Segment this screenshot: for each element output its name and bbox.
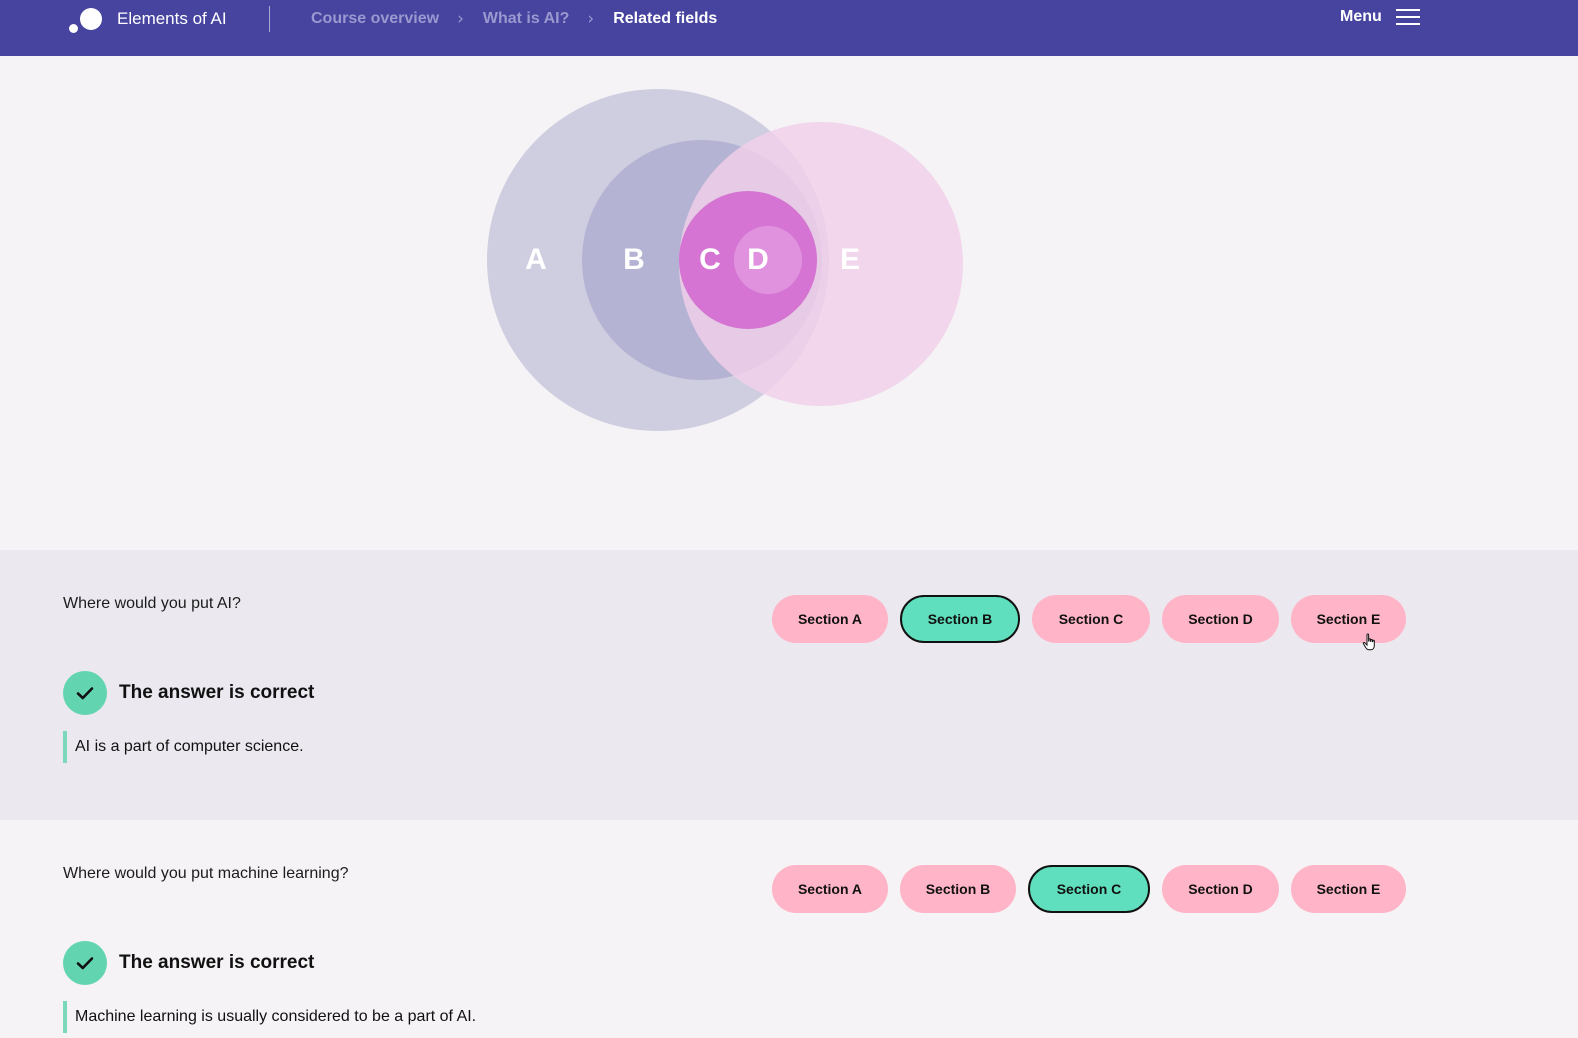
checkmark-icon (63, 941, 107, 985)
elements-of-ai-logo-icon[interactable] (68, 7, 104, 35)
question-block-ai: Where would you put AI? Section A Sectio… (0, 550, 1578, 820)
venn-diagram: A B C D E (0, 56, 1578, 550)
chevron-right-icon: › (457, 9, 464, 29)
brand-name[interactable]: Elements of AI (117, 9, 227, 29)
venn-label-e: E (840, 243, 860, 276)
breadcrumb-what-is-ai[interactable]: What is AI? (483, 10, 570, 28)
top-navigation-bar: Elements of AI Course overview › What is… (0, 0, 1578, 56)
logo-big-dot (80, 8, 102, 30)
option-section-c[interactable]: Section C (1032, 595, 1150, 643)
question-block-machine-learning: Where would you put machine learning? Se… (0, 820, 1578, 1038)
option-section-c[interactable]: Section C (1028, 865, 1150, 913)
feedback-title: The answer is correct (119, 952, 315, 973)
option-section-d[interactable]: Section D (1162, 595, 1279, 643)
breadcrumb: Course overview › What is AI? › Related … (311, 9, 717, 29)
answer-feedback: The answer is correct (63, 671, 314, 715)
question-text: Where would you put AI? (63, 595, 241, 612)
option-section-e[interactable]: Section E (1291, 595, 1406, 643)
answer-explanation: Machine learning is usually considered t… (63, 1001, 476, 1033)
menu-button[interactable]: Menu (1340, 8, 1420, 26)
option-section-b[interactable]: Section B (900, 865, 1016, 913)
answer-explanation: AI is a part of computer science. (63, 731, 304, 763)
chevron-right-icon: › (587, 9, 595, 29)
option-section-e[interactable]: Section E (1291, 865, 1406, 913)
checkmark-icon (63, 671, 107, 715)
venn-label-c: C (699, 243, 721, 276)
venn-label-d: D (747, 243, 769, 276)
feedback-title: The answer is correct (119, 682, 315, 703)
hamburger-icon (1395, 9, 1420, 25)
breadcrumb-related-fields: Related fields (613, 10, 718, 27)
venn-label-a: A (525, 243, 547, 276)
menu-label: Menu (1340, 8, 1382, 25)
breadcrumb-course-overview[interactable]: Course overview (311, 10, 439, 28)
header-divider (269, 6, 270, 32)
option-section-a[interactable]: Section A (772, 865, 888, 913)
venn-diagram-svg: A B C D E (487, 89, 963, 431)
option-section-a[interactable]: Section A (772, 595, 888, 643)
option-section-d[interactable]: Section D (1162, 865, 1279, 913)
answer-options: Section A Section B Section C Section D … (772, 595, 1406, 643)
answer-options: Section A Section B Section C Section D … (772, 865, 1406, 913)
option-section-b[interactable]: Section B (900, 595, 1020, 643)
venn-label-b: B (623, 243, 645, 276)
hand-pointer-icon (1362, 633, 1375, 651)
logo-small-dot (69, 24, 78, 33)
answer-feedback: The answer is correct (63, 941, 314, 985)
question-text: Where would you put machine learning? (63, 865, 349, 882)
